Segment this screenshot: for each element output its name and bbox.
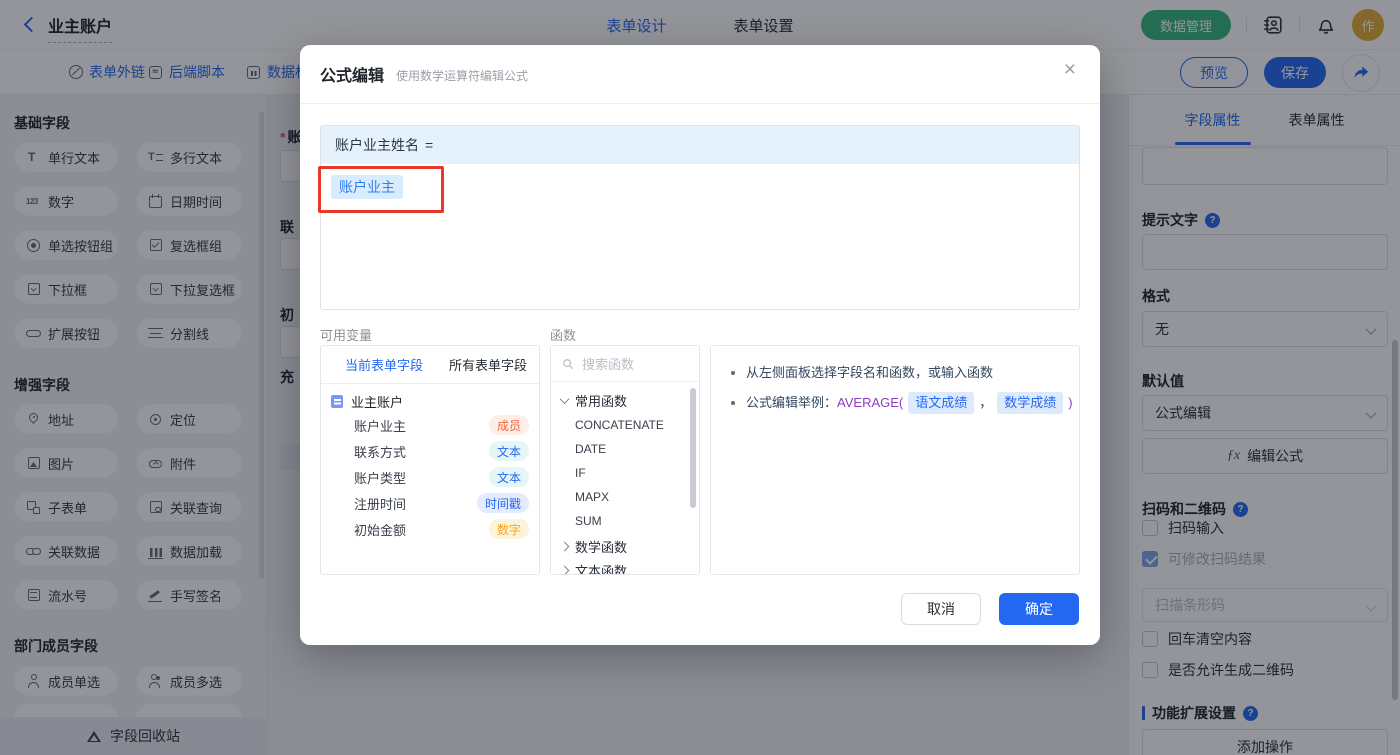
divider	[300, 103, 1100, 104]
chevron-right-icon	[559, 565, 570, 574]
variable-row[interactable]: 联系方式 文本	[354, 441, 529, 461]
tips-panel: 从左侧面板选择字段名和函数，或输入函数 公式编辑举例： AVERAGE( 语文成…	[710, 345, 1080, 575]
modal-subtitle: 使用数学运算符编辑公式	[396, 69, 529, 83]
variables-tab-1[interactable]: 所有表单字段	[449, 355, 527, 374]
variable-row[interactable]: 账户业主 成员	[354, 415, 529, 435]
formula-editor-modal: 公式编辑 使用数学运算符编辑公式 × 账户业主姓名 = 账户业主 可用变量 函数…	[300, 45, 1100, 645]
variables-root-node[interactable]: 业主账户	[331, 392, 403, 411]
function-item[interactable]: SUM	[575, 513, 602, 529]
function-group-label: 常用函数	[575, 393, 628, 409]
tip-line: 从左侧面板选择字段名和函数，或输入函数	[727, 362, 1063, 384]
bullet-icon	[731, 371, 735, 375]
function-group[interactable]: 数学函数	[559, 537, 628, 555]
formula-field-chip[interactable]: 账户业主	[331, 175, 403, 199]
variables-tabs: 当前表单字段 所有表单字段	[321, 346, 539, 384]
confirm-button[interactable]: 确定	[999, 593, 1079, 625]
variable-row[interactable]: 账户类型 文本	[354, 467, 529, 487]
chevron-right-icon	[559, 541, 570, 551]
form-doc-icon	[331, 395, 343, 408]
function-item[interactable]: DATE	[575, 441, 606, 457]
close-icon[interactable]: ×	[1064, 59, 1076, 80]
variables-tab-0[interactable]: 当前表单字段	[345, 355, 423, 374]
form-designer-app: 业主账户 表单设计 表单设置 数据管理 作 预览 保存 表单外链 ≈ 后端脚本 …	[0, 0, 1400, 755]
example-chip: 语文成绩	[908, 392, 975, 414]
variable-name: 账户类型	[354, 470, 407, 486]
bullet-icon	[731, 401, 735, 405]
function-item[interactable]: IF	[575, 465, 586, 481]
formula-editor-box[interactable]: 账户业主姓名 =	[320, 125, 1080, 310]
search-placeholder: 搜索函数	[582, 357, 635, 372]
tip-line-example: 公式编辑举例： AVERAGE( 语文成绩 ， 数学成绩 )	[727, 392, 1073, 414]
chevron-down-icon	[559, 393, 570, 404]
variable-type-badge: 成员	[488, 415, 529, 435]
function-item[interactable]: CONCATENATE	[575, 417, 664, 433]
equals-sign: =	[425, 137, 434, 153]
variables-panel: 当前表单字段 所有表单字段 业主账户 账户业主 成员 联系方式 文本 账户类型 文本 注册时间…	[320, 345, 540, 575]
cancel-button[interactable]: 取消	[901, 593, 981, 625]
functions-panel: 搜索函数 常用函数 CONCATENATE DATE IF MAPX SUM 数学函数文本函…	[550, 345, 700, 575]
functions-label: 函数	[550, 328, 577, 343]
variable-name: 注册时间	[354, 496, 407, 512]
variables-label: 可用变量	[320, 328, 373, 343]
function-group-label: 文本函数	[575, 563, 628, 575]
variable-type-badge: 文本	[488, 441, 529, 461]
variable-name: 联系方式	[354, 444, 407, 460]
modal-title: 公式编辑	[320, 68, 385, 85]
function-search-input[interactable]: 搜索函数	[551, 346, 699, 382]
formula-target: 账户业主姓名	[335, 137, 419, 153]
variable-name: 账户业主	[354, 418, 407, 434]
function-group[interactable]: 文本函数	[559, 561, 628, 575]
variable-row[interactable]: 初始金额 数字	[354, 519, 529, 539]
formula-target-bar: 账户业主姓名 =	[321, 126, 1079, 164]
example-chip: 数学成绩	[997, 392, 1064, 414]
function-group-label: 数学函数	[575, 539, 628, 555]
functions-scrollbar[interactable]	[690, 388, 696, 508]
function-group[interactable]: 常用函数	[559, 391, 628, 409]
function-item[interactable]: MAPX	[575, 489, 609, 505]
variable-type-badge: 文本	[488, 467, 529, 487]
variable-type-badge: 时间戳	[476, 493, 529, 513]
variable-row[interactable]: 注册时间 时间戳	[354, 493, 529, 513]
search-icon	[563, 358, 574, 369]
variable-name: 初始金额	[354, 522, 407, 538]
variable-type-badge: 数字	[488, 519, 529, 539]
